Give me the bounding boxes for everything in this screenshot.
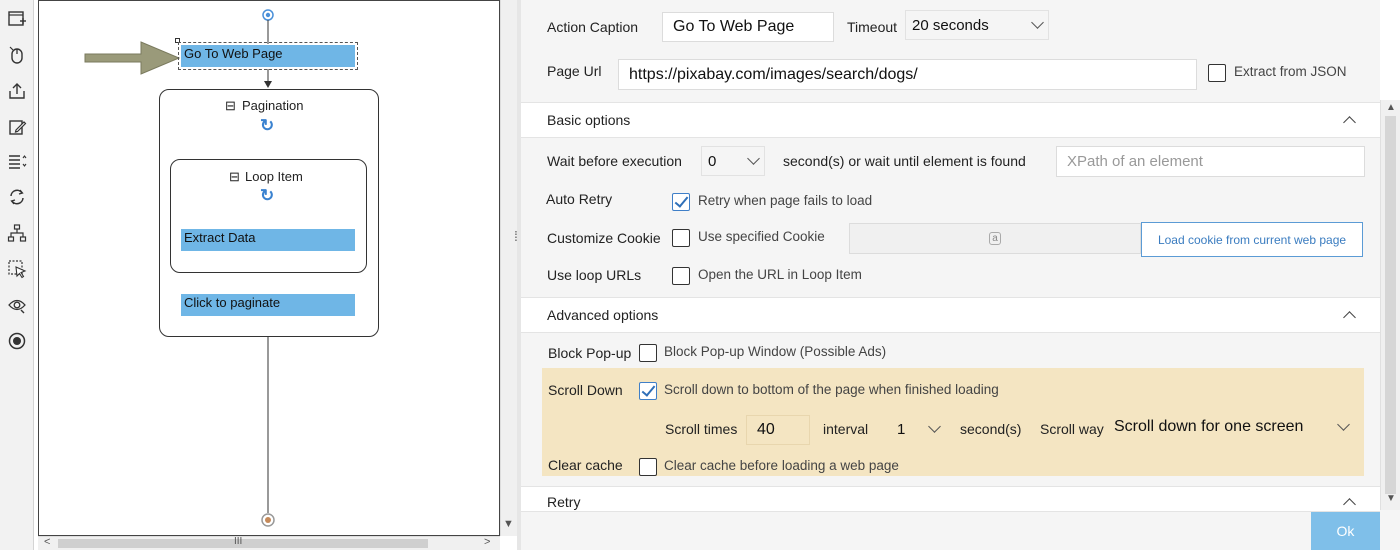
panel-vertical-scrollbar[interactable]: ▲ ▼	[1380, 100, 1400, 510]
new-task-icon[interactable]	[6, 8, 28, 30]
cookie-input[interactable]: a	[849, 223, 1141, 254]
page-url-input[interactable]: https://pixabay.com/images/search/dogs/	[618, 59, 1197, 90]
panel-scroll-thumb[interactable]	[1385, 116, 1396, 494]
scroll-down-arrow-icon[interactable]: ▼	[503, 518, 514, 530]
chevron-down-icon	[1031, 16, 1044, 29]
block-popup-label: Block Pop-up	[548, 345, 632, 361]
scroll-times-label: Scroll times	[665, 421, 738, 437]
interval-select[interactable]: 1	[890, 414, 946, 444]
pointer-arrow-icon	[84, 41, 181, 75]
advanced-options-title: Advanced options	[547, 307, 659, 323]
settings-eye-icon[interactable]	[6, 294, 28, 316]
retry-title: Retry	[547, 494, 581, 510]
extract-json-checkbox[interactable]	[1208, 64, 1226, 82]
xpath-input[interactable]: XPath of an element	[1056, 146, 1365, 177]
basic-options-header[interactable]: Basic options	[521, 102, 1380, 138]
scroll-down-checkbox-label: Scroll down to bottom of the page when f…	[664, 382, 999, 397]
loop-icon: ↻	[260, 186, 275, 205]
basic-options-title: Basic options	[547, 112, 631, 128]
action-caption-input[interactable]: Go To Web Page	[662, 12, 834, 42]
scroll-left-arrow-icon[interactable]: <	[44, 536, 50, 548]
left-toolbar	[0, 0, 34, 550]
chevron-up-icon[interactable]	[1343, 498, 1356, 511]
timeout-select[interactable]: 20 seconds	[905, 10, 1049, 40]
use-loop-urls-label: Use loop URLs	[547, 267, 642, 283]
scroll-right-arrow-icon[interactable]: >	[484, 536, 490, 548]
collapse-icon[interactable]: ⊟	[225, 98, 236, 114]
loop-item-label: Loop Item	[245, 169, 303, 184]
wait-select[interactable]: 0	[701, 146, 765, 176]
export-icon[interactable]	[6, 80, 28, 102]
chevron-up-icon[interactable]	[1343, 116, 1356, 129]
retry-checkbox[interactable]	[672, 193, 690, 211]
dialog-footer	[521, 512, 1380, 550]
action-caption-label: Action Caption	[547, 19, 639, 35]
advanced-options-header[interactable]: Advanced options	[521, 297, 1380, 333]
canvas-horizontal-scrollbar[interactable]: < III >	[38, 536, 500, 550]
loop-urls-checkbox[interactable]	[672, 267, 690, 285]
interval-value: 1	[897, 420, 906, 438]
timeout-label: Timeout	[847, 19, 898, 35]
interval-label: interval	[823, 421, 869, 437]
select-element-icon[interactable]	[6, 258, 28, 280]
block-popup-checkbox-label: Block Pop-up Window (Possible Ads)	[664, 344, 887, 359]
chevron-up-icon[interactable]	[1343, 311, 1356, 324]
scroll-down-label: Scroll Down	[548, 382, 623, 398]
load-cookie-button[interactable]: Load cookie from current web page	[1141, 222, 1363, 257]
customize-cookie-label: Customize Cookie	[547, 230, 661, 246]
chevron-down-icon	[1337, 418, 1350, 431]
chevron-down-icon	[928, 420, 941, 433]
workflow-step-click-to-paginate[interactable]: Click to paginate	[181, 294, 355, 316]
scroll-way-label: Scroll way	[1040, 421, 1104, 437]
wait-label: Wait before execution	[547, 153, 682, 169]
clear-cache-checkbox-label: Clear cache before loading a web page	[664, 458, 899, 473]
settings-panel: Action Caption Go To Web Page Timeout 20…	[521, 0, 1380, 550]
chevron-down-icon	[747, 152, 760, 165]
interval-suffix-label: second(s)	[960, 421, 1022, 437]
record-icon[interactable]	[6, 330, 28, 352]
workflow-canvas[interactable]: Go To Web Page ⊟ Pagination ↻ ⊟ Loop Ite…	[38, 0, 500, 536]
scroll-times-input[interactable]: 40	[746, 415, 810, 445]
use-cookie-label: Use specified Cookie	[698, 229, 825, 244]
loop-icon: ↻	[260, 116, 275, 135]
extract-json-label: Extract from JSON	[1234, 64, 1347, 79]
selection-handle[interactable]	[175, 38, 180, 43]
splitter-grip-icon: ⁞	[514, 228, 518, 244]
scroll-down-checkbox[interactable]	[639, 382, 657, 400]
loop-urls-checkbox-label: Open the URL in Loop Item	[698, 267, 862, 282]
wait-suffix-label: second(s) or wait until element is found	[783, 153, 1026, 169]
scroll-way-value: Scroll down for one screen	[1114, 418, 1304, 435]
scroll-way-select[interactable]: Scroll down for one screen	[1107, 412, 1355, 442]
retry-header[interactable]: Retry	[521, 486, 1380, 512]
block-popup-checkbox[interactable]	[639, 344, 657, 362]
edit-icon[interactable]	[6, 116, 28, 138]
scroll-up-arrow-icon[interactable]: ▲	[1386, 102, 1396, 113]
clear-cache-checkbox[interactable]	[639, 458, 657, 476]
refresh-icon[interactable]	[6, 186, 28, 208]
collapse-icon[interactable]: ⊟	[229, 169, 240, 185]
cookie-field-icon: a	[989, 232, 1001, 245]
workflow-step-go-to-web-page[interactable]: Go To Web Page	[178, 42, 358, 70]
clear-cache-label: Clear cache	[548, 457, 623, 473]
timeout-value: 20 seconds	[912, 16, 989, 34]
horizontal-scroll-thumb[interactable]	[58, 539, 428, 548]
canvas-vertical-scrollbar[interactable]: ▼	[500, 0, 517, 536]
workflow-step-extract-data[interactable]: Extract Data	[181, 229, 355, 251]
auto-retry-label: Auto Retry	[546, 191, 613, 207]
mouse-click-icon[interactable]	[6, 44, 28, 66]
use-cookie-checkbox[interactable]	[672, 229, 690, 247]
page-url-label: Page Url	[547, 63, 602, 79]
ok-button[interactable]: Ok	[1311, 512, 1380, 550]
sitemap-icon[interactable]	[6, 222, 28, 244]
scroll-grip-icon: III	[234, 536, 243, 547]
list-icon[interactable]	[6, 150, 28, 172]
retry-checkbox-label: Retry when page fails to load	[698, 193, 873, 208]
wait-value: 0	[708, 152, 717, 170]
pagination-label: Pagination	[242, 98, 304, 113]
panel-corner	[1380, 510, 1400, 550]
scroll-down-arrow-icon[interactable]: ▼	[1386, 493, 1396, 504]
